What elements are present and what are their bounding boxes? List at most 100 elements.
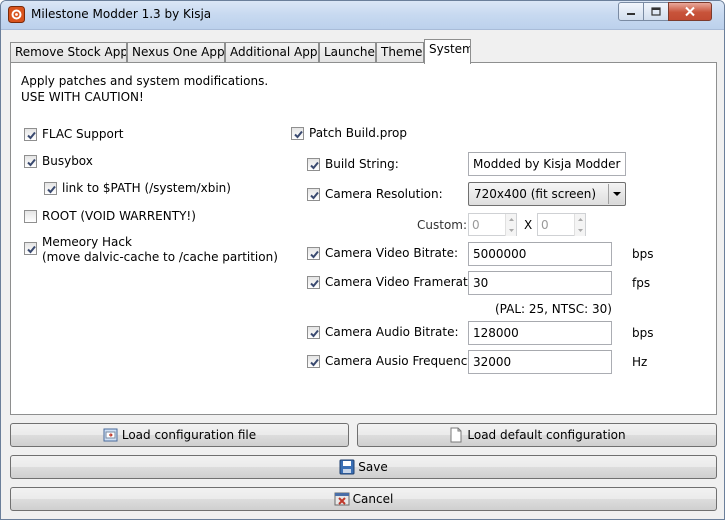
load-default-label: Load default configuration	[467, 428, 626, 442]
minimize-button[interactable]	[618, 2, 644, 21]
tab-label: Theme	[381, 45, 423, 59]
app-icon	[8, 6, 25, 23]
video-bitrate-checkbox[interactable]	[307, 247, 320, 260]
build-string-label: Build String:	[325, 157, 399, 171]
tab-additional-apps[interactable]: Additional Apps	[225, 42, 319, 63]
video-framerate-label: Camera Video Framerate:	[325, 275, 480, 289]
checkmark-icon	[310, 250, 319, 259]
close-icon	[685, 6, 695, 17]
load-config-label: Load configuration file	[121, 428, 257, 442]
cancel-button[interactable]: Cancel	[10, 487, 717, 511]
audio-bitrate-label: Camera Audio Bitrate:	[325, 325, 459, 339]
intro-text-line1: Apply patches and system modifications.	[21, 74, 269, 88]
checkmark-icon	[27, 158, 36, 167]
build-string-checkbox[interactable]	[307, 158, 320, 171]
link-path-label: link to $PATH (/system/xbin)	[62, 181, 231, 195]
checkmark-icon	[294, 130, 303, 139]
video-framerate-unit: fps	[632, 276, 651, 290]
save-button[interactable]: Save	[10, 455, 717, 479]
custom-width-value: 0	[472, 218, 480, 232]
blank-document-icon	[448, 427, 464, 443]
build-string-input[interactable]: Modded by Kisja Modder 1.2	[468, 152, 626, 176]
video-framerate-input[interactable]: 30	[468, 271, 612, 295]
tab-label: Remove Stock Apps	[15, 45, 127, 59]
patch-build-prop-checkbox[interactable]	[291, 127, 304, 140]
tab-label: Launcher	[324, 45, 376, 59]
spin-up-button[interactable]	[505, 214, 516, 225]
tab-theme[interactable]: Theme	[376, 42, 424, 63]
video-bitrate-label: Camera Video Bitrate:	[325, 246, 459, 260]
checkmark-icon	[310, 279, 319, 288]
tab-label: System	[429, 42, 471, 56]
root-checkbox[interactable]	[24, 210, 37, 223]
audio-frequency-checkbox[interactable]	[307, 355, 320, 368]
main-window: Milestone Modder 1.3 by Kisja Remove Sto…	[0, 0, 725, 520]
window-title: Milestone Modder 1.3 by Kisja	[31, 7, 212, 21]
checkmark-icon	[310, 191, 319, 200]
camera-resolution-checkbox[interactable]	[307, 188, 320, 201]
title-bar[interactable]: Milestone Modder 1.3 by Kisja	[1, 1, 724, 30]
intro-text-line2: USE WITH CAUTION!	[21, 90, 144, 104]
chevron-up-icon	[578, 218, 583, 221]
system-tab-panel: Apply patches and system modifications. …	[10, 62, 717, 415]
checkmark-icon	[27, 245, 36, 254]
checkmark-icon	[310, 329, 319, 338]
spin-down-button[interactable]	[574, 225, 585, 236]
checkmark-icon	[47, 185, 56, 194]
load-default-button[interactable]: Load default configuration	[357, 423, 717, 447]
tab-label: Nexus One Apps	[132, 45, 225, 59]
audio-bitrate-checkbox[interactable]	[307, 326, 320, 339]
chevron-down-icon	[613, 192, 621, 196]
flac-support-label: FLAC Support	[42, 127, 124, 141]
save-label: Save	[358, 460, 388, 474]
audio-frequency-unit: Hz	[632, 355, 648, 369]
audio-bitrate-unit: bps	[632, 326, 654, 340]
memory-hack-checkbox[interactable]	[24, 242, 37, 255]
tab-strip: Remove Stock Apps Nexus One Apps Additio…	[10, 39, 720, 64]
dropdown-button[interactable]	[608, 184, 624, 204]
busybox-checkbox[interactable]	[24, 155, 37, 168]
root-label: ROOT (VOID WARRENTY!)	[42, 209, 196, 223]
video-bitrate-input[interactable]: 5000000	[468, 242, 612, 266]
memory-hack-label: Memeory Hack	[42, 235, 132, 249]
tab-launcher[interactable]: Launcher	[319, 42, 376, 63]
checkmark-icon	[310, 161, 319, 170]
minimize-icon	[627, 12, 635, 15]
cancel-label: Cancel	[352, 492, 394, 506]
spin-down-button[interactable]	[505, 225, 516, 236]
tab-nexus-one-apps[interactable]: Nexus One Apps	[127, 42, 225, 63]
custom-width-spinner[interactable]: 0	[468, 213, 517, 236]
maximize-button[interactable]	[643, 2, 669, 21]
tab-label: Additional Apps	[230, 45, 319, 59]
flac-support-checkbox[interactable]	[24, 128, 37, 141]
framerate-hint: (PAL: 25, NTSC: 30)	[495, 302, 612, 316]
video-framerate-checkbox[interactable]	[307, 276, 320, 289]
camera-resolution-label: Camera Resolution:	[325, 187, 443, 201]
save-icon	[339, 459, 355, 475]
busybox-label: Busybox	[42, 154, 93, 168]
spin-up-button[interactable]	[574, 214, 585, 225]
tab-system[interactable]: System	[424, 39, 471, 64]
camera-resolution-value: 720x400 (fit screen)	[474, 187, 597, 201]
custom-height-spinner[interactable]: 0	[537, 213, 586, 236]
custom-height-value: 0	[541, 218, 549, 232]
memory-hack-sublabel: (move dalvic-cache to /cache partition)	[42, 250, 278, 264]
link-path-checkbox[interactable]	[44, 182, 57, 195]
video-bitrate-unit: bps	[632, 247, 654, 261]
checkmark-icon	[27, 131, 36, 140]
maximize-icon	[651, 6, 661, 16]
audio-frequency-label: Camera Ausio Frequency:	[325, 354, 478, 368]
camera-resolution-select[interactable]: 720x400 (fit screen)	[468, 182, 626, 206]
audio-frequency-input[interactable]: 32000	[468, 350, 612, 374]
chevron-up-icon	[509, 218, 514, 221]
custom-label: Custom:	[417, 218, 468, 232]
chevron-down-icon	[578, 229, 583, 232]
chevron-down-icon	[509, 229, 514, 232]
custom-x-separator: X	[524, 218, 533, 232]
cancel-icon	[334, 491, 350, 507]
tab-remove-stock-apps[interactable]: Remove Stock Apps	[10, 42, 127, 63]
load-config-button[interactable]: Load configuration file	[10, 423, 349, 447]
patch-build-prop-label: Patch Build.prop	[309, 126, 407, 140]
close-button[interactable]	[668, 2, 712, 21]
audio-bitrate-input[interactable]: 128000	[468, 321, 612, 345]
